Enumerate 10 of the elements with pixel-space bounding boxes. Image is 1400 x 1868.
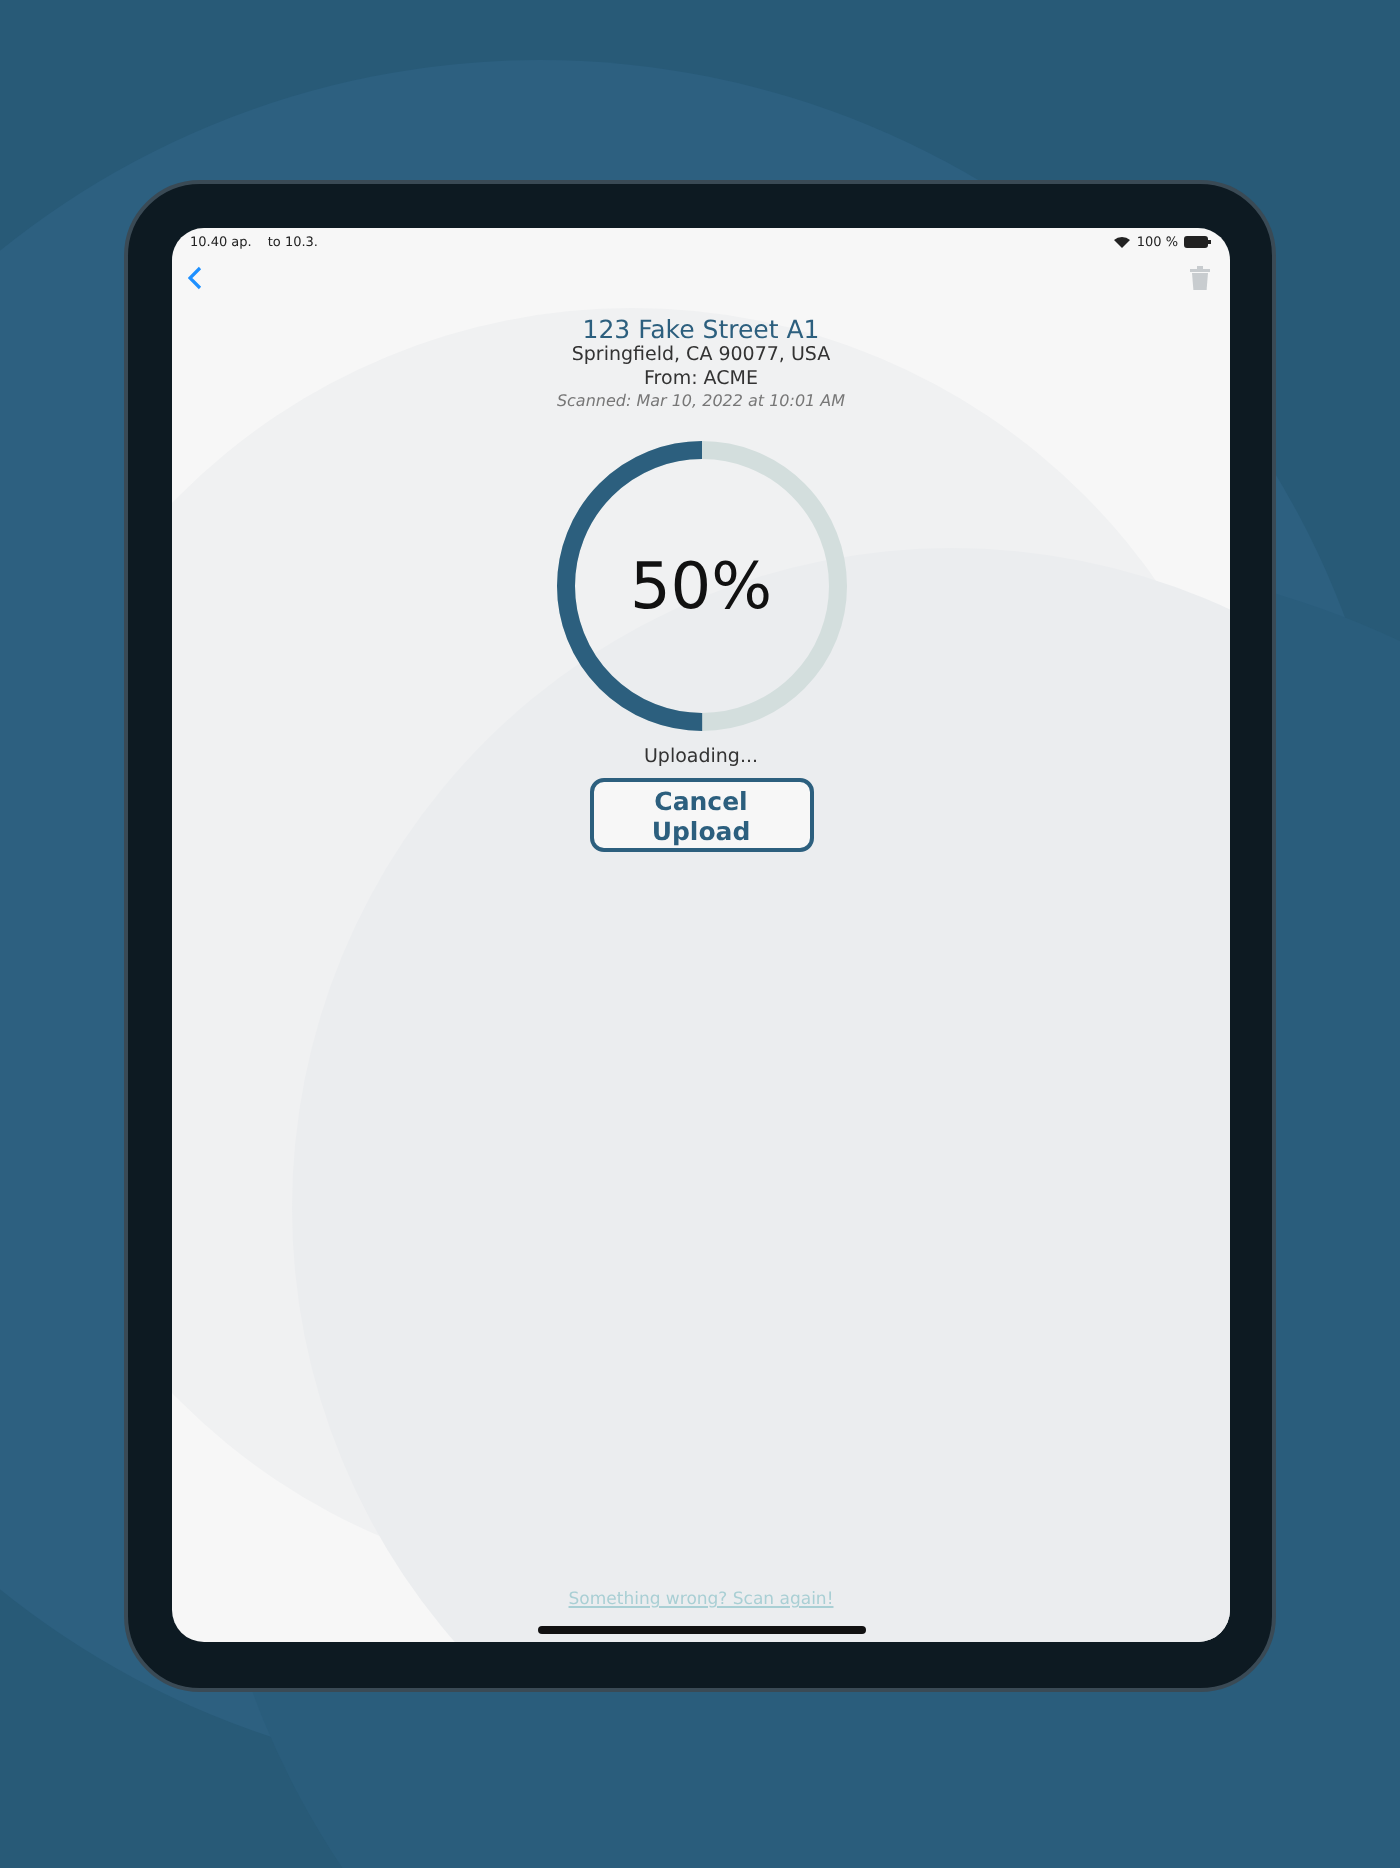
address-street: 123 Fake Street A1: [582, 314, 820, 344]
sender-text: From: ACME: [644, 368, 758, 392]
cancel-upload-button[interactable]: Cancel Upload: [589, 778, 813, 852]
battery-icon: [1184, 236, 1212, 248]
address-city: Springfield, CA 90077, USA: [571, 344, 831, 368]
wifi-icon: [1114, 236, 1131, 248]
upload-status: Uploading...: [643, 746, 759, 768]
progress-percent: 50%: [629, 548, 773, 624]
back-icon[interactable]: [188, 266, 202, 290]
scanned-date: Scanned: Mar 10, 2022 at 10:01 AM: [556, 392, 846, 410]
